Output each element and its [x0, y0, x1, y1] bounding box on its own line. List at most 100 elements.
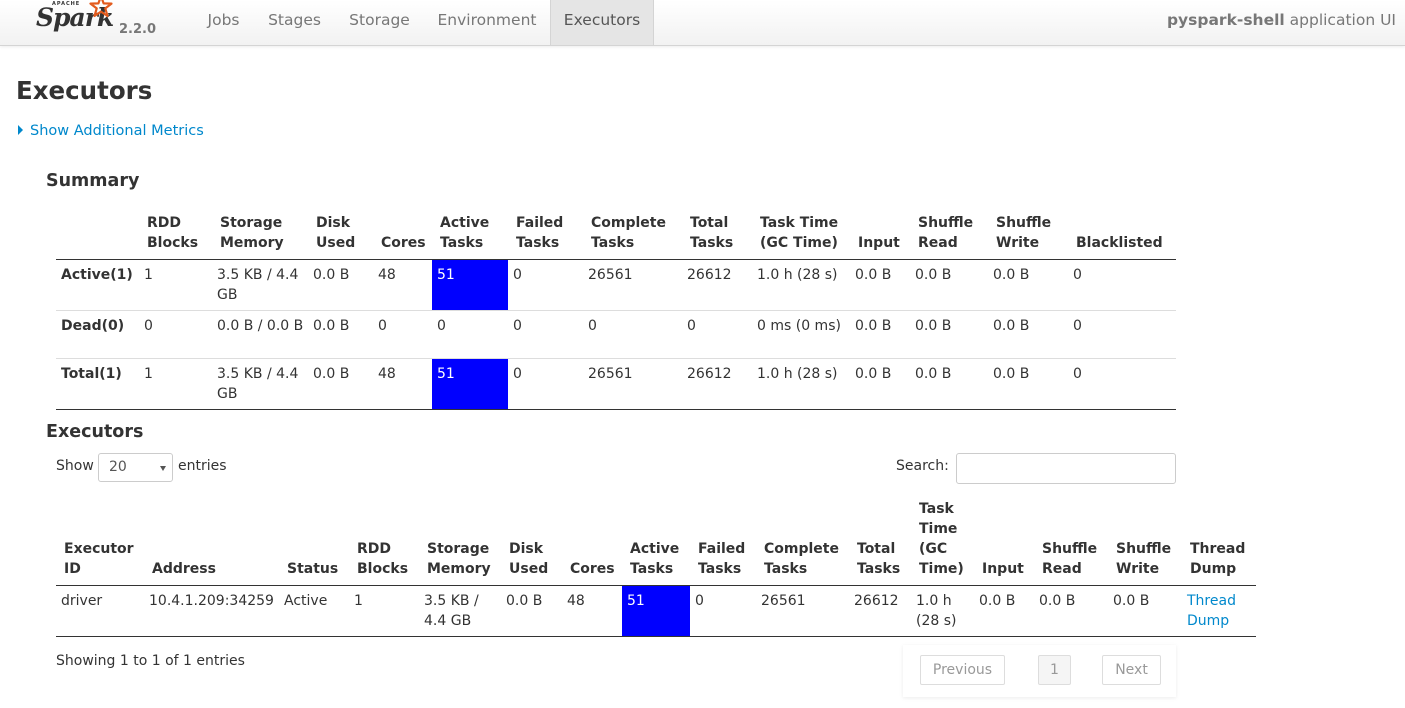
- executors-header-cell[interactable]: Storage Memory: [419, 495, 501, 586]
- executors-header-cell[interactable]: Executor ID: [56, 495, 144, 586]
- executor-cell: 1.0 h (28 s): [916, 593, 957, 629]
- executors-header-cell[interactable]: Task Time (GC Time): [911, 495, 974, 586]
- summary-cell: 0: [513, 267, 522, 283]
- summary-header-cell[interactable]: Failed Tasks: [508, 209, 583, 260]
- executors-header-cell[interactable]: Total Tasks: [849, 495, 911, 586]
- caret-right-icon: [18, 125, 23, 135]
- summary-row-active: Active(1) 1 3.5 KB / 4.4 GB 0.0 B 48 51 0 26561…: [56, 259, 1176, 311]
- summary-header-cell[interactable]: Total Tasks: [682, 209, 752, 260]
- next-page-button[interactable]: Next: [1102, 655, 1161, 685]
- summary-header-cell[interactable]: Active Tasks: [432, 209, 508, 260]
- executors-header-cell[interactable]: Thread Dump: [1182, 495, 1256, 586]
- tab-executors[interactable]: Executors: [550, 0, 654, 45]
- summary-header-cell[interactable]: Blacklisted: [1068, 209, 1176, 260]
- summary-cell: 0: [588, 318, 597, 334]
- executors-header-cell[interactable]: Address: [144, 495, 279, 586]
- executor-cell: driver: [61, 593, 103, 609]
- search-label: Search:: [896, 458, 949, 474]
- summary-active-tasks-cell: 51: [432, 358, 508, 410]
- summary-header-cell[interactable]: Cores: [373, 209, 432, 260]
- summary-header-cell[interactable]: RDD Blocks: [139, 209, 212, 260]
- show-additional-metrics-toggle[interactable]: Show Additional Metrics: [18, 123, 204, 139]
- summary-header-cell[interactable]: Storage Memory: [212, 209, 308, 260]
- summary-row-dead: Dead(0) 0 0.0 B / 0.0 B 0.0 B 0 0 0 0 0 0 ms (0 m…: [56, 311, 1176, 359]
- summary-header-row: RDD Blocks Storage Memory Disk Used Cores Ac…: [56, 209, 1176, 260]
- summary-cell: 0: [378, 318, 387, 334]
- executors-header-cell[interactable]: Disk Used: [501, 495, 562, 586]
- spark-version: 2.2.0: [119, 22, 157, 37]
- tab-environment[interactable]: Environment: [424, 0, 550, 45]
- search-input[interactable]: [956, 453, 1176, 484]
- executors-header-cell[interactable]: RDD Blocks: [349, 495, 419, 586]
- summary-cell: 0.0 B: [915, 366, 952, 382]
- summary-header-cell[interactable]: Shuffle Read: [910, 209, 988, 260]
- summary-header-cell[interactable]: Task Time (GC Time): [752, 209, 850, 260]
- executor-cell: 0.0 B: [979, 593, 1016, 609]
- tab-storage[interactable]: Storage: [335, 0, 424, 45]
- executor-row: driver 10.4.1.209:34259 Active 1 3.5 KB / 4.…: [56, 585, 1256, 637]
- executors-header-cell[interactable]: Status: [279, 495, 349, 586]
- executor-cell: Active: [284, 593, 328, 609]
- table-info: Showing 1 to 1 of 1 entries: [56, 653, 245, 669]
- executor-cell: 0: [695, 593, 704, 609]
- navbar: APACHE Spark 2.2.0 Jobs Stages Storage E…: [0, 0, 1405, 46]
- application-title: pyspark-shell application UI: [1167, 0, 1396, 40]
- summary-cell: 48: [378, 366, 396, 382]
- summary-cell: 0: [513, 366, 522, 382]
- summary-cell: 0: [687, 318, 696, 334]
- executor-cell: 10.4.1.209:34259: [149, 593, 274, 609]
- executors-header-cell[interactable]: Shuffle Write: [1108, 495, 1182, 586]
- summary-cell: 0: [1073, 267, 1082, 283]
- summary-cell: 0.0 B: [993, 318, 1030, 334]
- summary-cell: 0: [144, 318, 153, 334]
- summary-row-total: Total(1) 1 3.5 KB / 4.4 GB 0.0 B 48 51 0 26561 2…: [56, 358, 1176, 410]
- page-title: Executors: [16, 76, 153, 105]
- executor-cell: 1: [354, 593, 363, 609]
- summary-cell: 26561: [588, 267, 633, 283]
- summary-header-cell[interactable]: Complete Tasks: [583, 209, 682, 260]
- executor-active-tasks-cell: 51: [622, 585, 690, 637]
- thread-dump-link[interactable]: Thread Dump: [1187, 593, 1236, 629]
- summary-cell: Dead(0): [61, 318, 125, 334]
- summary-title: Summary: [46, 171, 140, 191]
- summary-cell: 0.0 B: [993, 267, 1030, 283]
- executor-cell: 26612: [854, 593, 899, 609]
- summary-cell: 0.0 B: [855, 366, 892, 382]
- executors-section-title: Executors: [46, 422, 144, 442]
- summary-header-cell[interactable]: Disk Used: [308, 209, 373, 260]
- executors-header-cell[interactable]: Complete Tasks: [756, 495, 849, 586]
- spark-logo[interactable]: APACHE Spark: [36, 0, 116, 40]
- executor-cell: 0.0 B: [1113, 593, 1150, 609]
- page-size-select[interactable]: 20: [98, 453, 173, 482]
- tab-stages[interactable]: Stages: [254, 0, 335, 45]
- executors-header-cell[interactable]: Input: [974, 495, 1034, 586]
- executor-cell: 3.5 KB / 4.4 GB: [424, 593, 479, 629]
- executors-header-row: Executor ID Address Status RDD Blocks Storag…: [56, 495, 1256, 586]
- show-metrics-label: Show Additional Metrics: [30, 123, 204, 139]
- summary-cell: 0.0 B: [313, 318, 350, 334]
- summary-cell: 0: [1073, 366, 1082, 382]
- summary-cell: 0 ms (0 ms): [757, 318, 841, 334]
- tab-jobs[interactable]: Jobs: [193, 0, 254, 45]
- summary-cell: 1.0 h (28 s): [757, 267, 838, 283]
- page-1-button[interactable]: 1: [1038, 655, 1071, 685]
- summary-header-cell[interactable]: Input: [850, 209, 910, 260]
- summary-cell: 26612: [687, 267, 732, 283]
- summary-header-cell[interactable]: Shuffle Write: [988, 209, 1068, 260]
- summary-active-tasks-cell: 51: [432, 259, 508, 311]
- previous-page-button[interactable]: Previous: [920, 655, 1005, 685]
- page-size-value: 20: [109, 459, 127, 475]
- summary-header-cell: [56, 209, 139, 260]
- summary-cell: 1: [144, 366, 153, 382]
- spark-star-icon: [89, 0, 113, 18]
- show-label: Show: [56, 458, 94, 474]
- executors-header-cell[interactable]: Active Tasks: [622, 495, 690, 586]
- executors-header-cell[interactable]: Cores: [562, 495, 622, 586]
- summary-cell: 3.5 KB / 4.4 GB: [217, 267, 299, 303]
- summary-cell: Total(1): [61, 366, 122, 382]
- executors-header-cell[interactable]: Failed Tasks: [690, 495, 756, 586]
- caret-down-icon: [160, 466, 166, 471]
- summary-cell: 0.0 B: [993, 366, 1030, 382]
- executors-header-cell[interactable]: Shuffle Read: [1034, 495, 1108, 586]
- pagination: Previous 1 Next: [903, 645, 1176, 697]
